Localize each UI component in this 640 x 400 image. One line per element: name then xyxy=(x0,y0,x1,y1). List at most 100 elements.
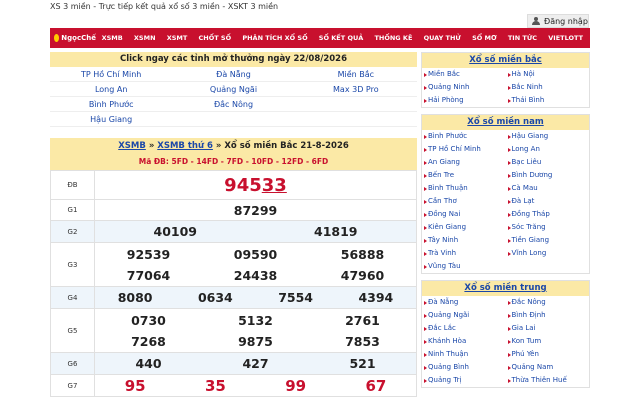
sidebar-item[interactable]: Đồng Tháp xyxy=(506,208,590,221)
sidebar-item[interactable]: Bình Dương xyxy=(506,169,590,182)
sidebar-item[interactable]: Kiên Giang xyxy=(422,221,506,234)
sidebar-item[interactable]: Khánh Hòa xyxy=(422,335,506,348)
nav-vietlott[interactable]: VIETLOTT xyxy=(543,34,589,42)
sidebar-item[interactable]: Hậu Giang xyxy=(506,130,590,143)
province-link[interactable]: Hậu Giang xyxy=(50,112,173,127)
sidebar-item[interactable]: Đồng Nai xyxy=(422,208,506,221)
sidebar-item[interactable]: Miền Bắc xyxy=(422,68,506,81)
g5-number: 2761 xyxy=(345,312,380,328)
sidebar-item[interactable]: Vũng Tàu xyxy=(422,260,506,273)
province-link[interactable] xyxy=(294,97,417,112)
province-link[interactable]: Quảng Ngãi xyxy=(172,82,295,97)
sidebar-item[interactable]: Đắc Lắc xyxy=(422,322,506,335)
sidebar-heading-mb[interactable]: Xổ số miền bắc xyxy=(422,53,589,68)
sidebar-item[interactable]: Thừa Thiên Huế xyxy=(506,374,590,387)
g6-number: 521 xyxy=(349,356,376,371)
sidebar-item[interactable]: Long An xyxy=(506,143,590,156)
g2-number: 40109 xyxy=(153,224,198,239)
sidebar-item[interactable]: Bắc Ninh xyxy=(506,81,590,94)
sidebar-item[interactable]: TP Hồ Chí Minh xyxy=(422,143,506,156)
nav-quay-thu[interactable]: QUAY THỬ xyxy=(418,34,466,42)
nav-xsmb[interactable]: XSMB xyxy=(96,34,128,42)
province-link[interactable] xyxy=(172,112,295,127)
prize-label: G6 xyxy=(50,352,95,375)
result-table: ĐB 94533 G1 87299 G2 40109 41819 G3 92539… xyxy=(50,170,417,397)
prize-g3: 92539 09590 56888 77064 24438 47960 xyxy=(94,242,417,287)
sidebar-item[interactable]: Quảng Trị xyxy=(422,374,506,387)
sidebar-item[interactable]: Quảng Nam xyxy=(506,361,590,374)
prize-label: G7 xyxy=(50,374,95,397)
sidebar-item[interactable]: Bạc Liêu xyxy=(506,156,590,169)
province-link[interactable]: Bình Phước xyxy=(50,97,173,112)
sidebar-item[interactable]: Hải Phòng xyxy=(422,94,506,107)
nav-chot-so[interactable]: CHỐT SỐ xyxy=(193,34,237,42)
sidebar-item[interactable]: Bến Tre xyxy=(422,169,506,182)
sidebar-item[interactable]: Bình Định xyxy=(506,309,590,322)
nav-phan-tich[interactable]: PHÂN TÍCH XỔ SỐ xyxy=(237,34,313,42)
sidebar-item[interactable]: Ninh Thuận xyxy=(422,348,506,361)
prize-label: G2 xyxy=(50,220,95,243)
crumb-sep: » xyxy=(215,141,222,151)
sidebar-item[interactable]: Phú Yên xyxy=(506,348,590,361)
sidebar-item[interactable]: Cần Thơ xyxy=(422,195,506,208)
sidebar-item[interactable]: Quảng Ninh xyxy=(422,81,506,94)
prize-label: G4 xyxy=(50,286,95,309)
sidebar-item[interactable]: Hà Nội xyxy=(506,68,590,81)
g5-number: 5132 xyxy=(238,312,273,328)
sidebar-item[interactable]: Vĩnh Long xyxy=(506,247,590,260)
sidebar-item[interactable]: Đắc Nông xyxy=(506,296,590,309)
sidebar-item[interactable]: Cà Mau xyxy=(506,182,590,195)
sidebar-item[interactable]: Quảng Bình xyxy=(422,361,506,374)
province-link[interactable]: Đà Nẵng xyxy=(172,67,295,82)
sidebar-item[interactable]: Sóc Trăng xyxy=(506,221,590,234)
sidebar-item[interactable]: Thái Bình xyxy=(506,94,590,107)
prize-db: 94533 xyxy=(94,170,417,200)
prize-g1: 87299 xyxy=(94,199,417,221)
g5-number: 7853 xyxy=(345,333,380,349)
nav-so-mo[interactable]: SỔ MƠ xyxy=(466,34,502,42)
province-link[interactable] xyxy=(294,112,417,127)
sidebar-mienbac: Xổ số miền bắc Miền Bắc Hà Nội Quảng Nin… xyxy=(421,52,590,108)
sidebar-item[interactable]: Bình Phước xyxy=(422,130,506,143)
province-link[interactable]: TP Hồ Chí Minh xyxy=(50,67,173,82)
sidebar-item[interactable]: Bình Thuận xyxy=(422,182,506,195)
g6-number: 440 xyxy=(135,356,162,371)
g4-number: 7554 xyxy=(278,290,314,305)
prize-label: ĐB xyxy=(50,170,95,200)
nav-xsmt[interactable]: XSMT xyxy=(161,34,193,42)
g7-number: 99 xyxy=(285,376,307,395)
prize-g6: 440 427 521 xyxy=(94,352,417,375)
site-logo[interactable]: NgọcChế xyxy=(50,28,96,48)
prize-g4: 8080 0634 7554 4394 xyxy=(94,286,417,309)
login-button[interactable]: Đăng nhập xyxy=(527,14,589,28)
g5-number: 7268 xyxy=(131,333,166,349)
sidebar-item[interactable]: Kon Tum xyxy=(506,335,590,348)
sidebar-item[interactable]: Tây Ninh xyxy=(422,234,506,247)
province-link[interactable]: Đắc Nông xyxy=(172,97,295,112)
crumb-xsmb-thu6[interactable]: XSMB thứ 6 xyxy=(157,141,213,151)
g3-number: 56888 xyxy=(340,246,385,262)
sidebar-heading-mt[interactable]: Xổ số miền trung xyxy=(422,281,589,296)
sidebar-item[interactable]: Đà Lạt xyxy=(506,195,590,208)
sidebar-item[interactable]: An Giang xyxy=(422,156,506,169)
nav-so-ket-qua[interactable]: SỐ KẾT QUẢ xyxy=(313,34,369,42)
sidebar-list-mt: Đà Nẵng Đắc Nông Quảng Ngãi Bình Định Đắ… xyxy=(422,296,589,387)
sidebar-item[interactable]: Gia Lai xyxy=(506,322,590,335)
g4-number: 4394 xyxy=(358,290,394,305)
nav-thong-ke[interactable]: THỐNG KÊ xyxy=(369,34,418,42)
user-icon xyxy=(532,17,540,25)
sidebar-item[interactable]: Quảng Ngãi xyxy=(422,309,506,322)
nav-xsmn[interactable]: XSMN xyxy=(128,34,161,42)
g4-number: 0634 xyxy=(197,290,233,305)
nav-tin-tuc[interactable]: TIN TỨC xyxy=(502,34,542,42)
province-grid: TP Hồ Chí Minh Đà Nẵng Miền Bắc Long An … xyxy=(50,67,417,127)
sidebar-item[interactable]: Trà Vinh xyxy=(422,247,506,260)
sidebar-heading-mn[interactable]: Xổ số miền nam xyxy=(422,115,589,130)
crumb-xsmb[interactable]: XSMB xyxy=(118,141,146,151)
breadcrumb: XSMB » XSMB thứ 6 » Xổ số miền Bắc 21-8-… xyxy=(50,138,417,155)
province-link[interactable]: Long An xyxy=(50,82,173,97)
sidebar-item[interactable]: Tiền Giang xyxy=(506,234,590,247)
province-link[interactable]: Miền Bắc xyxy=(294,67,417,82)
province-link[interactable]: Max 3D Pro xyxy=(294,82,417,97)
sidebar-item[interactable]: Đà Nẵng xyxy=(422,296,506,309)
